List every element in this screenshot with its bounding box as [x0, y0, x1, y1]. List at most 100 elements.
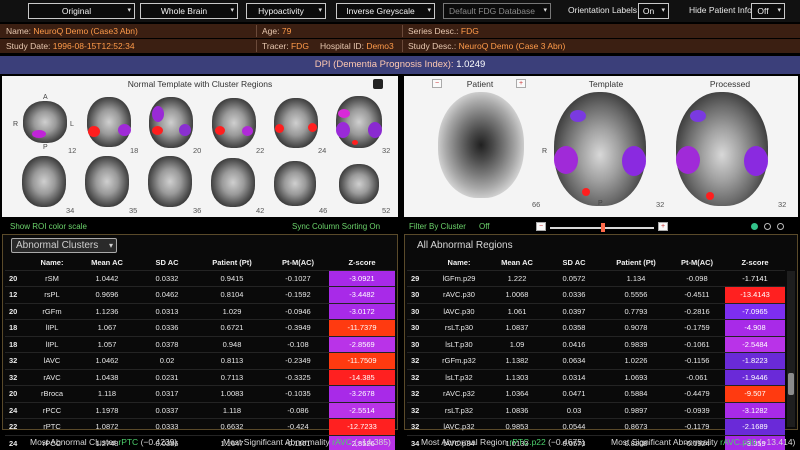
age-label: Age: — [262, 26, 280, 36]
col-name[interactable]: Name: — [429, 255, 489, 270]
threshold-plus-button[interactable]: + — [658, 222, 668, 231]
template-slice[interactable] — [339, 164, 379, 204]
cell-patient: 0.8673 — [603, 418, 669, 435]
cell-patient: 1.118 — [197, 401, 267, 419]
cell-slice: 20 — [5, 385, 27, 402]
table-row[interactable]: 32 rAVC.p32 1.0364 0.0471 0.5884 -0.4479 -9.50… — [407, 385, 785, 402]
dpi-value: 1.0249 — [456, 59, 486, 70]
cell-sd-ac: 0.0314 — [545, 368, 603, 386]
template-cluster-panel: Normal Template with Cluster Regions A R… — [2, 76, 398, 217]
table-row[interactable]: 18 lIPL 1.057 0.0378 0.948 -0.108 -2.8569 — [5, 335, 395, 353]
col-mean-ac[interactable]: Mean AC — [77, 255, 137, 270]
table-row[interactable]: 20 rSM 1.0442 0.0332 0.9415 -0.1027 -3.0921 — [5, 269, 395, 287]
table-row[interactable]: 20 rBroca 1.118 0.0317 1.0083 -0.1035 -3.2678 — [5, 385, 395, 402]
col-sd-ac[interactable]: SD AC — [545, 255, 603, 270]
page-dot-3[interactable] — [777, 223, 784, 230]
cell-pt-minus-mac: -0.1156 — [669, 352, 725, 369]
analysis-select[interactable]: Hypoactivity ▾ — [246, 3, 326, 19]
chevron-down-icon: ▾ — [661, 7, 665, 14]
cell-name: rBroca — [27, 385, 77, 402]
table-row[interactable]: 32 rsLT.p32 1.0836 0.03 0.9897 -0.0939 -3.1282 — [407, 401, 785, 419]
cluster-view-select[interactable]: Abnormal Clusters ▾ — [11, 238, 117, 253]
table-row[interactable]: 32 rAVC 1.0438 0.0231 0.7113 -0.3325 -14.385 — [5, 368, 395, 386]
cell-name: lIPL — [27, 319, 77, 336]
table-row[interactable]: 30 lsLT.p30 1.09 0.0416 0.9839 -0.1061 -2.5484 — [407, 335, 785, 353]
sync-column-sorting-toggle[interactable]: Sync Column Sorting On — [292, 222, 380, 231]
template-slice[interactable] — [87, 97, 131, 147]
col-z-score[interactable]: Z-score — [725, 255, 785, 270]
database-select[interactable]: Default FDG Database ▾ — [443, 3, 551, 19]
most-significant-value: rAVC — [332, 437, 352, 447]
tracer-label: Tracer: — [262, 41, 289, 51]
regions-scrollbar-thumb[interactable] — [788, 373, 794, 395]
table-row[interactable]: 32 lAVC 1.0462 0.02 0.8113 -0.2349 -11.7509 — [5, 352, 395, 369]
page-dot-1[interactable] — [751, 223, 758, 230]
patient-brain-image[interactable] — [438, 92, 524, 198]
cell-patient: 1.0693 — [603, 368, 669, 386]
template-slice[interactable] — [85, 156, 129, 207]
study-date-value: 1996-08-15T12:52:34 — [52, 41, 135, 51]
table-row[interactable]: 30 rAVC.p30 1.0068 0.0336 0.5556 -0.4511 -13.4… — [407, 286, 785, 303]
filter-by-cluster-toggle[interactable]: Off — [479, 222, 490, 231]
cell-pt-minus-mac: -0.3325 — [267, 368, 329, 386]
col-patient[interactable]: Patient (Pt) — [197, 255, 267, 270]
dpi-label: DPI (Dementia Prognosis Index): — [314, 59, 454, 70]
cell-name: rGFm — [27, 302, 77, 320]
cell-mean-ac: 1.1236 — [77, 302, 137, 320]
slice-next-button[interactable]: + — [516, 79, 526, 88]
table-row[interactable]: 18 lIPL 1.067 0.0336 0.6721 -0.3949 -11.7379 — [5, 319, 395, 336]
cell-slice: 30 — [407, 302, 429, 320]
regions-scrollbar[interactable] — [787, 271, 795, 427]
template-slice[interactable] — [23, 101, 67, 143]
series-desc-label: Series Desc.: — [408, 26, 459, 36]
cell-patient: 0.8113 — [197, 352, 267, 369]
slice-number: 52 — [382, 206, 391, 215]
template-slice[interactable] — [212, 98, 256, 148]
template-slice[interactable] — [274, 161, 316, 206]
template-slice[interactable] — [22, 156, 66, 207]
cell-z-score: -9.507 — [725, 385, 785, 402]
cell-pt-minus-mac: -0.4511 — [669, 286, 725, 303]
table-row[interactable]: 22 rPTC 1.0872 0.0333 0.6632 -0.424 -12.7233 — [5, 418, 395, 435]
table-row[interactable]: 32 lAVC.p32 0.9853 0.0544 0.8673 -0.1179 -2.16… — [407, 418, 785, 435]
cell-sd-ac: 0.0336 — [137, 319, 197, 336]
table-row[interactable]: 32 lsLT.p32 1.1303 0.0314 1.0693 -0.061 -1.944… — [407, 368, 785, 386]
slice-prev-button[interactable]: − — [432, 79, 442, 88]
image-type-select[interactable]: Original ▾ — [28, 3, 135, 19]
table-row[interactable]: 30 rsLT.p30 1.0837 0.0358 0.9078 -0.1759 -4.90… — [407, 319, 785, 336]
page-dot-2[interactable] — [764, 223, 771, 230]
table-row[interactable]: 30 lAVC.p30 1.061 0.0397 0.7793 -0.2816 -7.096… — [407, 302, 785, 320]
slice-number: 42 — [256, 206, 265, 215]
table-row[interactable]: 20 rGFm 1.1236 0.0313 1.029 -0.0946 -3.0172 — [5, 302, 395, 320]
col-z-score[interactable]: Z-score — [329, 255, 395, 270]
cell-slice: 30 — [407, 319, 429, 336]
slice-number: 36 — [193, 206, 202, 215]
hide-patient-info-select[interactable]: Off ▾ — [751, 3, 785, 19]
col-sd-ac[interactable]: SD AC — [137, 255, 197, 270]
copy-icon[interactable] — [373, 79, 383, 89]
template-slice[interactable] — [148, 156, 192, 207]
table-row[interactable]: 12 rsPL 0.9696 0.0462 0.8104 -0.1592 -3.4482 — [5, 286, 395, 303]
region-select[interactable]: Whole Brain ▾ — [140, 3, 238, 19]
template-slice-number: 32 — [656, 200, 665, 209]
col-pt-minus-mac[interactable]: Pt-M(AC) — [669, 255, 725, 270]
chevron-down-icon: ▾ — [777, 7, 781, 14]
cell-z-score: -3.0172 — [329, 302, 395, 320]
threshold-slider-handle[interactable] — [601, 223, 605, 232]
table-row[interactable]: 24 rPCC 1.1978 0.0337 1.118 -0.086 -2.5514 — [5, 401, 395, 419]
table-row[interactable]: 29 lGFm.p29 1.222 0.0572 1.134 -0.098 -1.7141 — [407, 269, 785, 287]
patient-slice-number: 66 — [532, 200, 541, 209]
col-name[interactable]: Name: — [27, 255, 77, 270]
template-slice[interactable] — [149, 97, 193, 148]
template-slice[interactable] — [211, 158, 255, 207]
col-patient[interactable]: Patient (Pt) — [603, 255, 669, 270]
orientation-labels-select[interactable]: On ▾ — [638, 3, 669, 19]
roi-color-scale-toggle[interactable]: Show ROI color scale — [10, 222, 87, 231]
table-row[interactable]: 32 rGFm.p32 1.1382 0.0634 1.0226 -0.1156 -1.82… — [407, 352, 785, 369]
col-mean-ac[interactable]: Mean AC — [489, 255, 545, 270]
colormap-select[interactable]: Inverse Greyscale ▾ — [336, 3, 435, 19]
threshold-minus-button[interactable]: − — [536, 222, 546, 231]
slice-number: 35 — [129, 206, 138, 215]
col-pt-minus-mac[interactable]: Pt-M(AC) — [267, 255, 329, 270]
age-value: 79 — [281, 26, 292, 36]
